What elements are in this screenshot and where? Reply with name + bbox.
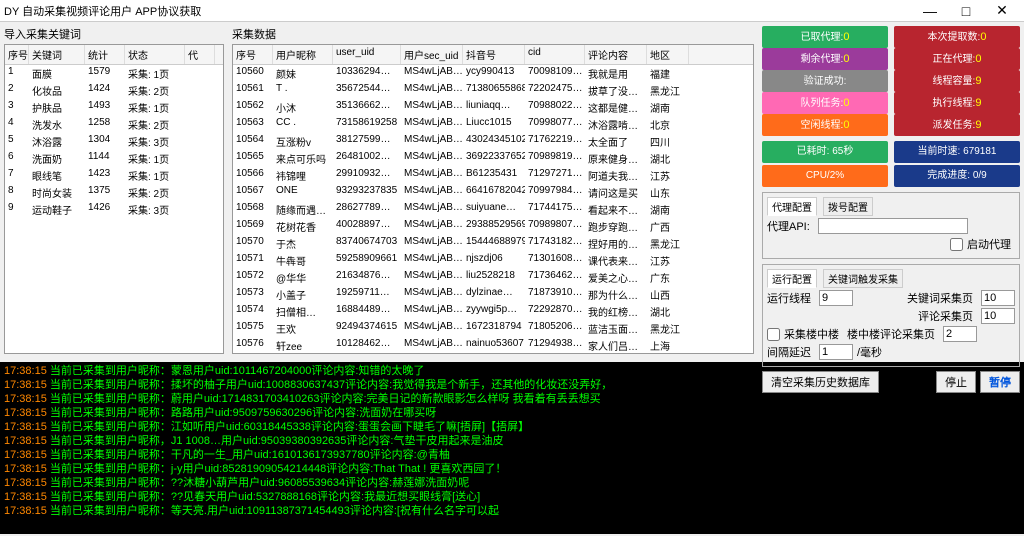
col-header[interactable]: 用户sec_uid xyxy=(401,45,463,64)
col-header[interactable]: 序号 xyxy=(233,45,273,64)
floor-pages-label: 楼中楼评论采集页 xyxy=(847,326,935,342)
table-row[interactable]: 10571牛犇哥59258909661MS4wLjAB…njszdj067130… xyxy=(233,252,753,269)
table-row[interactable]: 10567ONE93293237835MS4wLjAB…664167820427… xyxy=(233,184,753,201)
delay-input[interactable] xyxy=(819,344,853,360)
table-row[interactable]: 1面膜1579采集: 1页 xyxy=(5,65,223,82)
floor-pages-input[interactable] xyxy=(943,326,977,342)
col-header[interactable]: 地区 xyxy=(647,45,689,64)
table-row[interactable]: 10576轩zee10128462…MS4wLjAB…nainuo5360771… xyxy=(233,337,753,354)
proxy-api-label: 代理API: xyxy=(767,218,810,234)
table-row[interactable]: 6洗面奶1144采集: 1页 xyxy=(5,150,223,167)
clear-history-button[interactable]: 清空采集历史数据库 xyxy=(762,371,879,393)
tab-kw-trigger[interactable]: 关键词触发采集 xyxy=(823,269,903,288)
status-box: 验证成功: xyxy=(762,70,888,92)
tab-proxy[interactable]: 代理配置 xyxy=(767,197,817,216)
status-box: 派发任务:9 xyxy=(894,114,1020,136)
kw-pages-label: 关键词采集页 xyxy=(907,290,973,306)
proxy-api-input[interactable] xyxy=(818,218,968,234)
table-row[interactable]: 10562小沐35136662…MS4wLjAB…liuniaqq…709880… xyxy=(233,99,753,116)
col-header[interactable]: 代 xyxy=(185,45,215,64)
data-title: 采集数据 xyxy=(232,26,754,42)
pause-button[interactable]: 暂停 xyxy=(980,371,1020,393)
cm-pages-label: 评论采集页 xyxy=(918,308,973,324)
table-row[interactable]: 7眼线笔1423采集: 1页 xyxy=(5,167,223,184)
table-row[interactable]: 8时尚女装1375采集: 2页 xyxy=(5,184,223,201)
enable-proxy-label: 启动代理 xyxy=(967,236,1011,252)
status-box: 空闲线程:0 xyxy=(762,114,888,136)
data-grid[interactable]: 序号用户昵称user_uid用户sec_uid抖音号cid评论内容地区 1056… xyxy=(232,44,754,354)
keywords-grid[interactable]: 序号关键词统计状态代 1面膜1579采集: 1页2化妆品1424采集: 2页3护… xyxy=(4,44,224,354)
table-row[interactable]: 10566祎锦哩29910932…MS4wLjAB…B6123543171297… xyxy=(233,167,753,184)
table-row[interactable]: 10569花树花香40028897…MS4wLjAB…2938852956970… xyxy=(233,218,753,235)
keywords-pane: 导入采集关键词 序号关键词统计状态代 1面膜1579采集: 1页2化妆品1424… xyxy=(0,22,228,362)
right-pane: 已取代理:0 本次提取数:0 剩余代理:0 正在代理:0 验证成功: 线程容量:9 队列任务… xyxy=(758,22,1024,362)
table-row[interactable]: 10564互涨粉v38127599…MS4wLjAB…4302434510271… xyxy=(233,133,753,150)
run-config: 运行配置 关键词触发采集 运行线程 关键词采集页 评论采集页 采集楼中楼 楼中楼… xyxy=(762,264,1020,367)
threads-input[interactable] xyxy=(819,290,853,306)
floor-label: 采集楼中楼 xyxy=(784,326,839,342)
table-row[interactable]: 2化妆品1424采集: 2页 xyxy=(5,82,223,99)
threads-label: 运行线程 xyxy=(767,290,811,306)
col-header[interactable]: 关键词 xyxy=(29,45,85,64)
col-header[interactable]: cid xyxy=(525,45,585,64)
table-row[interactable]: 10568随缘而遇…28627789…MS4wLjAB…suiyuane…717… xyxy=(233,201,753,218)
col-header[interactable]: 状态 xyxy=(125,45,185,64)
data-pane: 采集数据 序号用户昵称user_uid用户sec_uid抖音号cid评论内容地区… xyxy=(228,22,758,362)
col-header[interactable]: 序号 xyxy=(5,45,29,64)
status-box: 本次提取数:0 xyxy=(894,26,1020,48)
progress-box: 完成进度: 0/9 xyxy=(894,165,1020,187)
cm-pages-input[interactable] xyxy=(981,308,1015,324)
elapsed-box: 已耗时: 65秒 xyxy=(762,141,888,163)
table-row[interactable]: 10573小盖子19259711…MS4wLjAB…dylzinae…71873… xyxy=(233,286,753,303)
status-box: 执行线程:9 xyxy=(894,92,1020,114)
tab-run[interactable]: 运行配置 xyxy=(767,269,817,288)
table-row[interactable]: 10574扫僧相…16884489…MS4wLjAB…zyywgi5p…7229… xyxy=(233,303,753,320)
cpu-box: CPU/2% xyxy=(762,165,888,187)
status-box: 剩余代理:0 xyxy=(762,48,888,70)
table-row[interactable]: 10561T .35672544…MS4wLjAB…71380655868722… xyxy=(233,82,753,99)
enable-proxy-checkbox[interactable] xyxy=(950,238,963,251)
col-header[interactable]: 统计 xyxy=(85,45,125,64)
status-box: 线程容量:9 xyxy=(894,70,1020,92)
status-box: 正在代理:0 xyxy=(894,48,1020,70)
close-button[interactable]: ✕ xyxy=(984,2,1020,19)
table-row[interactable]: 3护肤品1493采集: 1页 xyxy=(5,99,223,116)
col-header[interactable]: 评论内容 xyxy=(585,45,647,64)
status-box: 队列任务:0 xyxy=(762,92,888,114)
table-row[interactable]: 10575王欢92494374615MS4wLjAB…1672318794718… xyxy=(233,320,753,337)
table-row[interactable]: 10560颜妹10336294…MS4wLjAB…ycy990413700981… xyxy=(233,65,753,82)
kw-pages-input[interactable] xyxy=(981,290,1015,306)
table-row[interactable]: 10563CC .73158619258MS4wLjAB…Liucc101570… xyxy=(233,116,753,133)
col-header[interactable]: 用户昵称 xyxy=(273,45,333,64)
table-row[interactable]: 4洗发水1258采集: 2页 xyxy=(5,116,223,133)
table-row[interactable]: 10570于杰83740674703MS4wLjAB…1544468897971… xyxy=(233,235,753,252)
stop-button[interactable]: 停止 xyxy=(936,371,976,393)
table-row[interactable]: 9运动鞋子1426采集: 3页 xyxy=(5,201,223,218)
now-speed-box: 当前时速: 679181 xyxy=(894,141,1020,163)
keywords-title: 导入采集关键词 xyxy=(4,26,224,42)
titlebar: DY 自动采集视频评论用户 APP协议获取 — □ ✕ xyxy=(0,0,1024,22)
col-header[interactable]: user_uid xyxy=(333,45,401,64)
floor-checkbox[interactable] xyxy=(767,328,780,341)
delay-label: 间隔延迟 xyxy=(767,344,811,360)
tab-dial[interactable]: 拨号配置 xyxy=(823,197,873,216)
table-row[interactable]: 10565来点可乐吗26481002…MS4wLjAB…369223376527… xyxy=(233,150,753,167)
window-title: DY 自动采集视频评论用户 APP协议获取 xyxy=(4,3,912,19)
maximize-button[interactable]: □ xyxy=(948,3,984,19)
delay-unit: /毫秒 xyxy=(857,344,882,360)
status-box: 已取代理:0 xyxy=(762,26,888,48)
proxy-config: 代理配置 拨号配置 代理API: 启动代理 xyxy=(762,192,1020,259)
table-row[interactable]: 5沐浴露1304采集: 3页 xyxy=(5,133,223,150)
minimize-button[interactable]: — xyxy=(912,3,948,19)
table-row[interactable]: 10572@华华21634876…MS4wLjAB…liu25282187173… xyxy=(233,269,753,286)
col-header[interactable]: 抖音号 xyxy=(463,45,525,64)
